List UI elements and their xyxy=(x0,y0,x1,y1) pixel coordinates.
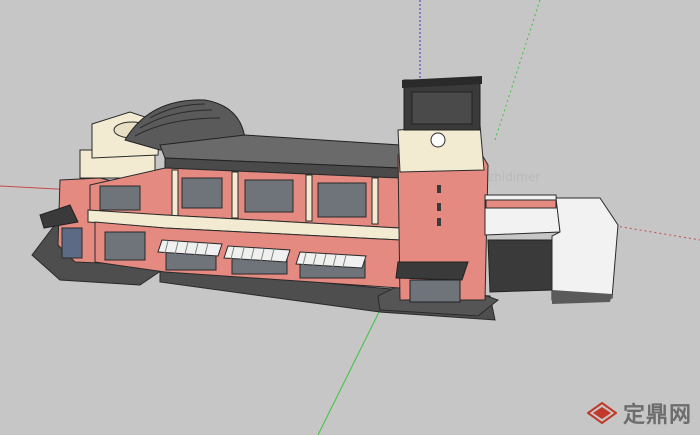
red-axis-dashed xyxy=(609,224,700,241)
tower-windows xyxy=(437,185,441,226)
watermark: 定鼎网 xyxy=(586,397,692,429)
belfry-opening xyxy=(411,91,473,125)
green-axis-line xyxy=(317,299,386,435)
sketchup-viewport[interactable]: zhidimer 定鼎网 xyxy=(0,0,700,435)
tower-top-cream xyxy=(397,124,485,173)
tower-clock-icon xyxy=(430,132,446,148)
diamond-logo-icon xyxy=(586,402,617,424)
rotunda-glazing xyxy=(61,227,83,259)
annex-link-band xyxy=(485,199,557,209)
annex-link-glass xyxy=(487,239,553,293)
watermark-text: 定鼎网 xyxy=(622,403,692,428)
annex-block xyxy=(551,197,619,301)
green-axis-dashed xyxy=(494,0,541,141)
tower-doors xyxy=(409,279,461,303)
tower-entrance-canopy xyxy=(395,261,469,281)
faint-watermark-text: zhidimer xyxy=(488,170,541,184)
3d-model-scene[interactable] xyxy=(0,0,700,435)
